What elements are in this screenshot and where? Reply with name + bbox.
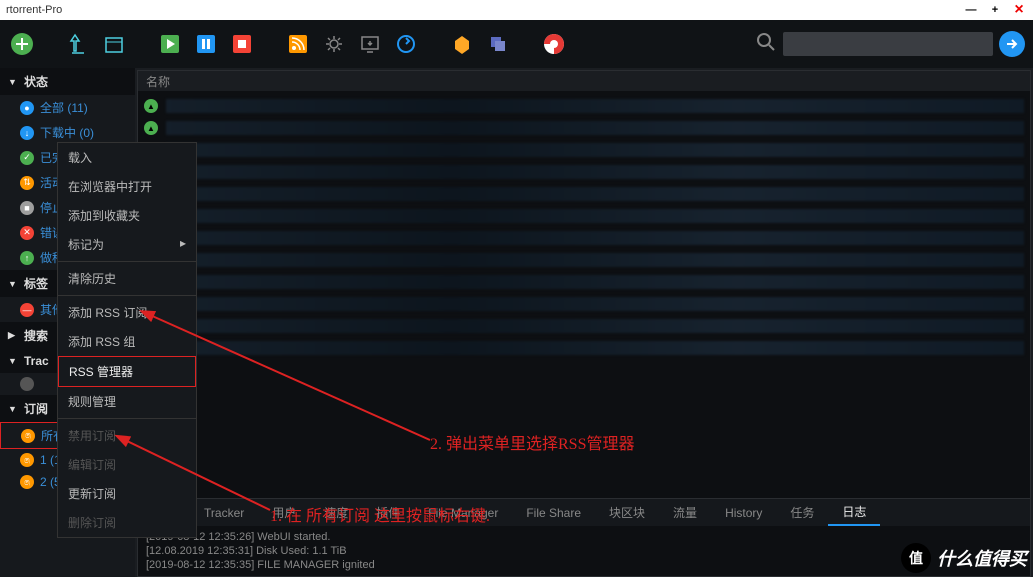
content-panel: 名称 ▲ ▲ ▲ 文件 Tracker 用户 速度 插件 File Manage… bbox=[137, 70, 1031, 577]
torrent-row[interactable] bbox=[144, 161, 1024, 183]
torrent-row[interactable]: ▲ bbox=[144, 139, 1024, 161]
ctx-clear-history[interactable]: 清除历史 bbox=[58, 264, 196, 293]
search-go-button[interactable] bbox=[999, 31, 1025, 57]
log-line: [2019-08-12 12:35:26] WebUI started. bbox=[146, 530, 1022, 544]
schedule-button[interactable] bbox=[100, 30, 128, 58]
tab-chunks[interactable]: 块区块 bbox=[595, 499, 659, 526]
help-button[interactable] bbox=[540, 30, 568, 58]
add-torrent-button[interactable] bbox=[8, 30, 36, 58]
log-line: [2019-08-12 12:35:35] FILE MANAGER ignit… bbox=[146, 558, 1022, 572]
torrent-row[interactable]: ▲ bbox=[144, 117, 1024, 139]
watermark-text: 什么值得买 bbox=[937, 545, 1027, 571]
torrent-row[interactable] bbox=[144, 227, 1024, 249]
stop-button[interactable] bbox=[228, 30, 256, 58]
watermark-badge: 值 bbox=[901, 543, 931, 573]
ctx-rss-manager[interactable]: RSS 管理器 bbox=[58, 356, 196, 387]
sidebar-section-status[interactable]: ▼状态 bbox=[0, 68, 135, 95]
torrent-row[interactable] bbox=[144, 183, 1024, 205]
app-title: rtorrent-Pro bbox=[6, 4, 62, 16]
tab-fileshare[interactable]: File Share bbox=[512, 499, 595, 526]
torrent-row[interactable] bbox=[144, 293, 1024, 315]
close-button[interactable]: × bbox=[1011, 2, 1027, 18]
titlebar: rtorrent-Pro — + × bbox=[0, 0, 1033, 20]
torrent-row[interactable] bbox=[144, 271, 1024, 293]
log-panel: [2019-08-12 12:35:26] WebUI started. [12… bbox=[138, 526, 1030, 576]
ctx-divider bbox=[58, 295, 196, 296]
torrent-row[interactable] bbox=[144, 249, 1024, 271]
search-icon bbox=[755, 31, 777, 58]
annotation-1: 1. 在 所有订阅 这里按鼠标右键. bbox=[270, 502, 490, 526]
ctx-open-browser[interactable]: 在浏览器中打开 bbox=[58, 172, 196, 201]
settings-button[interactable] bbox=[320, 30, 348, 58]
toolbar bbox=[0, 20, 1033, 68]
log-line: [12.08.2019 12:35:31] Disk Used: 1.1 TiB bbox=[146, 544, 1022, 558]
ctx-rule-manager[interactable]: 规则管理 bbox=[58, 387, 196, 416]
tab-tracker[interactable]: Tracker bbox=[190, 499, 258, 526]
tab-log[interactable]: 日志 bbox=[828, 499, 880, 526]
ctx-add-rss-group[interactable]: 添加 RSS 组 bbox=[58, 327, 196, 356]
annotation-2: 2. 弹出菜单里选择RSS管理器 bbox=[430, 430, 634, 454]
maximize-button[interactable]: + bbox=[987, 2, 1003, 18]
ctx-add-rss[interactable]: 添加 RSS 订阅 bbox=[58, 298, 196, 327]
ctx-load[interactable]: 载入 bbox=[58, 143, 196, 172]
ctx-mark-as[interactable]: 标记为▸ bbox=[58, 230, 196, 259]
torrent-row[interactable]: ▲ bbox=[144, 95, 1024, 117]
torrent-row[interactable] bbox=[144, 315, 1024, 337]
ctx-disable-feed: 禁用订阅 bbox=[58, 421, 196, 450]
plugin1-button[interactable] bbox=[448, 30, 476, 58]
watermark: 值 什么值得买 bbox=[901, 543, 1027, 573]
ctx-delete-feed: 删除订阅 bbox=[58, 508, 196, 537]
rss-button[interactable] bbox=[284, 30, 312, 58]
torrent-row[interactable] bbox=[144, 337, 1024, 359]
ctx-divider bbox=[58, 418, 196, 419]
ctx-update-feed[interactable]: 更新订阅 bbox=[58, 479, 196, 508]
ctx-divider bbox=[58, 261, 196, 262]
list-header[interactable]: 名称 bbox=[138, 71, 1030, 91]
tab-traffic[interactable]: 流量 bbox=[659, 499, 711, 526]
plugin2-button[interactable] bbox=[484, 30, 512, 58]
start-button[interactable] bbox=[156, 30, 184, 58]
sidebar-item-all[interactable]: ●全部 (11) bbox=[0, 95, 135, 120]
pause-button[interactable] bbox=[192, 30, 220, 58]
search-input[interactable] bbox=[783, 32, 993, 56]
ctx-edit-feed: 编辑订阅 bbox=[58, 450, 196, 479]
context-menu: 载入 在浏览器中打开 添加到收藏夹 标记为▸ 清除历史 添加 RSS 订阅 添加… bbox=[57, 142, 197, 538]
tab-history[interactable]: History bbox=[711, 499, 776, 526]
minimize-button[interactable]: — bbox=[963, 2, 979, 18]
tab-tasks[interactable]: 任务 bbox=[776, 499, 828, 526]
torrent-row[interactable] bbox=[144, 205, 1024, 227]
create-button[interactable] bbox=[64, 30, 92, 58]
refresh-button[interactable] bbox=[392, 30, 420, 58]
remote-button[interactable] bbox=[356, 30, 384, 58]
chevron-right-icon: ▸ bbox=[180, 236, 186, 253]
ctx-add-favorite[interactable]: 添加到收藏夹 bbox=[58, 201, 196, 230]
